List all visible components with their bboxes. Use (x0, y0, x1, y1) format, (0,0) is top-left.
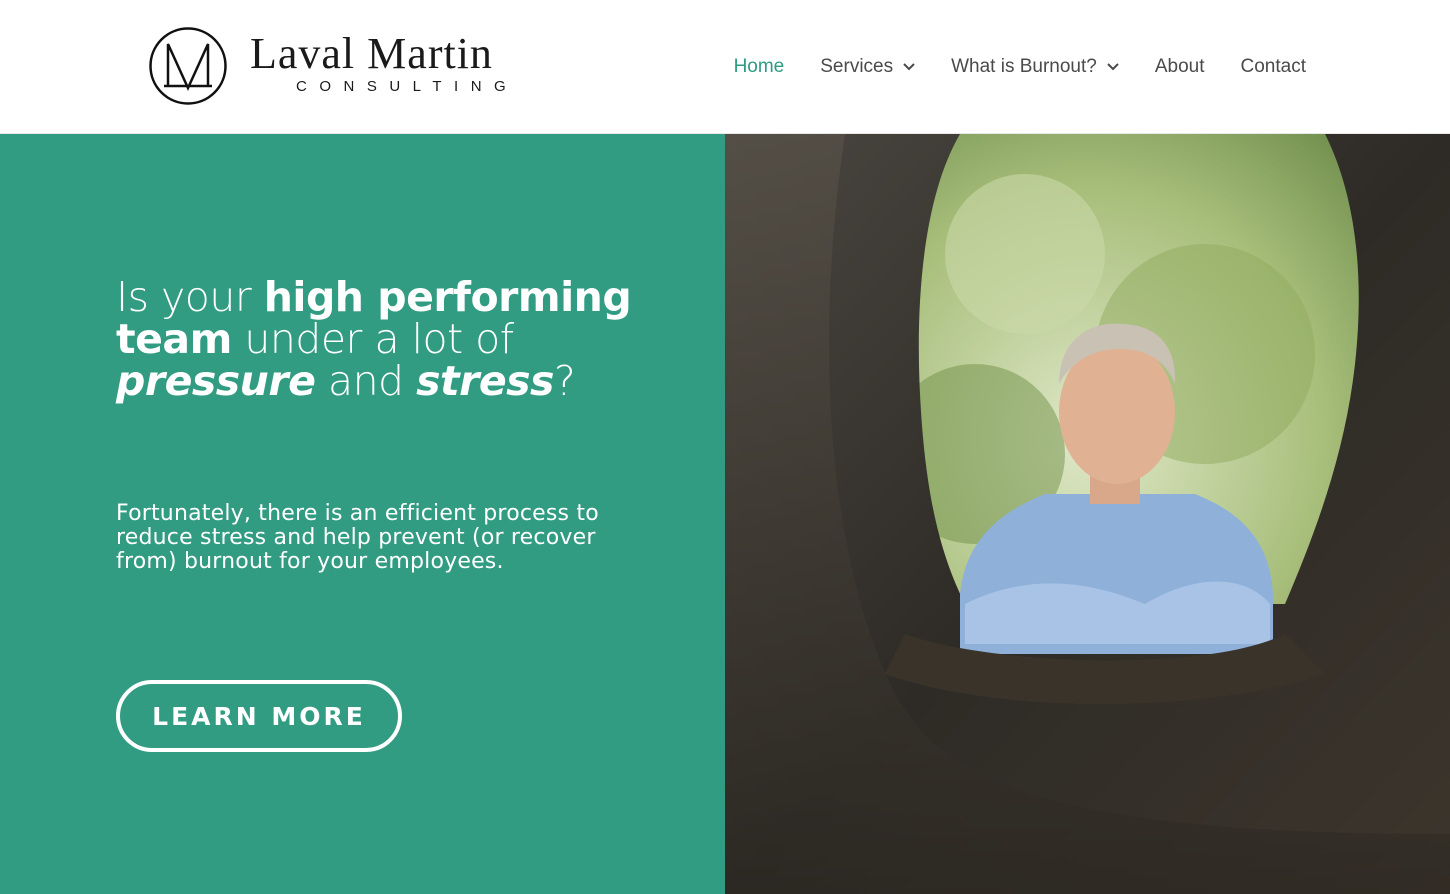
headline-part-7: ? (553, 357, 576, 405)
nav-label-home: Home (733, 56, 785, 77)
logo-wordmark: Laval Martin CONSULTING (250, 31, 519, 95)
site-header: Laval Martin CONSULTING Home Services Wh… (0, 0, 1450, 134)
site-logo[interactable]: Laval Martin CONSULTING (148, 26, 518, 106)
nav-item-contact[interactable]: Contact (1241, 56, 1306, 78)
hero-photo (725, 134, 1450, 894)
chevron-down-icon (903, 63, 915, 71)
hero-photo-illustration (725, 134, 1450, 894)
nav-label-what-is-burnout: What is Burnout? (951, 56, 1097, 77)
brand-name: Laval Martin (250, 28, 518, 78)
nav-label-contact: Contact (1240, 56, 1306, 77)
monogram-circle-icon (149, 27, 227, 105)
learn-more-button[interactable]: LEARN MORE (116, 680, 402, 752)
nav-item-what-is-burnout[interactable]: What is Burnout? (951, 56, 1119, 78)
headline-part-5: and (315, 357, 417, 405)
headline-part-3: under a lot of (231, 315, 514, 363)
nav-label-services: Services (820, 56, 894, 77)
brand-name-text: Laval Martin (250, 28, 493, 78)
nav-item-home[interactable]: Home (734, 56, 785, 78)
nav-item-services[interactable]: Services (820, 56, 915, 78)
chevron-down-icon (1107, 63, 1119, 71)
main-nav: Home Services What is Burnout? About Con… (698, 52, 1306, 82)
hero-headline: Is your high performing team under a lot… (116, 276, 636, 402)
headline-part-1: Is your (116, 273, 264, 321)
brand-subtitle: CONSULTING (296, 77, 519, 95)
hero-subtext: Fortunately, there is an efficient proce… (116, 501, 599, 574)
headline-part-6: stress (416, 357, 554, 405)
nav-label-about: About (1154, 56, 1205, 77)
nav-item-about[interactable]: About (1155, 56, 1205, 78)
headline-part-4: pressure (116, 357, 316, 405)
